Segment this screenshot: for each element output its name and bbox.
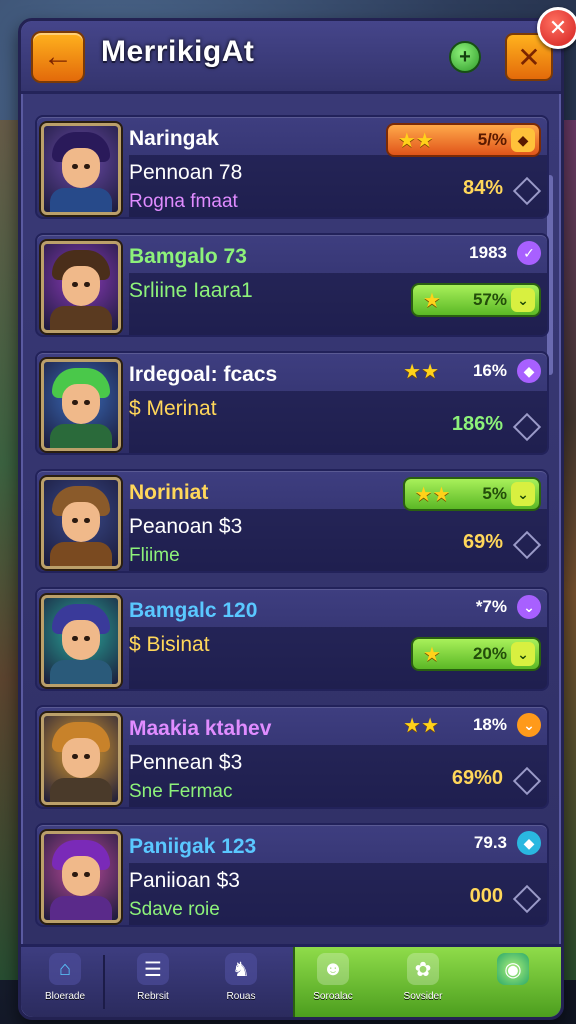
hero-portrait[interactable] [41,241,121,333]
hero-subline: Fliime [129,545,180,566]
crossed-tools-icon: ✕ [517,41,541,73]
badge-icon[interactable]: ◆ [517,359,541,383]
hero-card[interactable]: Irdegoal: fcacs $ Merinat 16% ★★ ◆ 186% [35,351,549,455]
nav-icon: ◉ [497,953,529,985]
chevron-down-icon: ⌄ [511,288,535,312]
badge-icon[interactable]: ⌄ [517,595,541,619]
star-icon: ★ [423,643,441,666]
nav-icon: ✿ [407,953,439,985]
hero-card[interactable]: Paniigak 123 Paniioan $3 Sdave roie 79.3 ◆ 00… [35,823,549,927]
hero-portrait[interactable] [41,477,121,569]
rating-pill[interactable]: ★★ 5/% ◆ [385,123,541,157]
nav-icon: ☻ [317,953,349,985]
star-icon: ★★ [397,129,434,152]
top-stat-value: 16% [472,361,507,380]
star-icon: ★ [423,289,441,312]
hero-subline: Sne Fermac [129,781,233,802]
rating-value: 57% [472,290,507,309]
star-icon: ★★ [414,483,451,506]
hero-portrait[interactable] [41,359,121,451]
hero-stat-line: Pennoan 78 [129,161,243,184]
star-icon: ★★ [403,715,439,737]
hero-name: Naringak [129,127,219,150]
top-stat-value: 79.3 [473,833,507,852]
hero-portrait[interactable] [41,595,121,687]
chevron-down-icon: ◆ [511,128,535,152]
close-button[interactable]: ✕ [537,7,576,49]
nav-item[interactable]: ☻ Soroalac [293,953,373,1011]
percent-stat: 69% [462,531,503,553]
hero-stat-line: Pennean $3 [129,751,243,774]
hero-stat-line: Peanoan $3 [129,515,243,538]
back-button[interactable]: ← [31,31,85,83]
hero-portrait[interactable] [41,713,121,805]
badge-icon[interactable]: ◆ [517,831,541,855]
hero-name: Bamgalc 120 [129,599,258,622]
nav-item[interactable]: ♞ Rouas [201,953,281,1011]
hero-name: Paniigak 123 [129,835,257,858]
back-arrow-icon: ← [43,40,73,73]
nav-label: Bloerade [44,991,86,1002]
hero-card[interactable]: Bamgalc 120 $ Bisinat ★ 20% ⌄ *7% ⌄ [35,587,549,691]
top-stat-value: 1983 [469,243,507,262]
nav-item[interactable]: ☰ Rebrsit [113,953,193,1011]
nav-icon: ☰ [137,953,169,985]
rating-pill[interactable]: ★★ 5% ⌄ [402,477,541,511]
star-icon: ★★ [403,361,439,383]
hero-portrait[interactable] [41,831,121,923]
badge-icon[interactable]: ✓ [517,241,541,265]
top-stat-value: 18% [472,715,507,734]
hero-card[interactable]: Maakia ktahev Pennean $3 Sne Fermac 18% ★★ ⌄ 6… [35,705,549,809]
nav-label: Soroalac [313,991,353,1002]
hero-name: Irdegoal: fcacs [129,363,278,386]
roster-panel: ← MerrikigAt + ✕ ✕ Naringak Pennoan 78 Rog… [18,7,576,1020]
bottom-nav: ⌂ Bloerade ☰ Rebrsit ♞ Rouas ☻ Soroalac ✿ So… [21,944,561,1017]
chevron-down-icon: ⌄ [511,482,535,506]
hero-card[interactable]: Naringak Pennoan 78 Rogna fmaat ★★ 5/% ◆ 8… [35,115,549,219]
hero-stat-line: Paniioan $3 [129,869,240,892]
rating-pill[interactable]: ★ 20% ⌄ [411,637,541,671]
hero-stat-line: Srliine Iaara1 [129,279,253,302]
hero-card[interactable]: Bamgalo 73 Srliine Iaara1 ★ 57% ⌄ 1983 ✓ [35,233,549,337]
chevron-down-icon: ⌄ [511,642,535,666]
rating-value: 5% [482,484,507,503]
add-button[interactable]: + [449,41,481,73]
hero-stat-line: $ Bisinat [129,633,210,656]
rating-value: 20% [472,644,507,663]
nav-label: Sovsider [403,991,443,1002]
nav-icon: ⌂ [49,953,81,985]
hero-list[interactable]: Naringak Pennoan 78 Rogna fmaat ★★ 5/% ◆ 8… [35,115,553,955]
hero-name: Bamgalo 73 [129,245,247,268]
nav-item[interactable]: ◉ [473,953,553,1011]
nav-label: Rebrsit [137,991,169,1002]
rating-pill[interactable]: ★ 57% ⌄ [411,283,541,317]
page-title: MerrikigAt [101,35,255,68]
percent-stat: 000 [469,885,503,907]
hero-name: Maakia ktahev [129,717,272,740]
percent-stat: 84% [462,177,503,199]
hero-stat-line: $ Merinat [129,397,217,420]
percent-stat: 186% [451,413,503,435]
nav-label: Rouas [226,991,256,1002]
top-stat-value: *7% [475,597,507,616]
panel-header: ← MerrikigAt + ✕ ✕ [21,7,576,94]
plus-icon: + [459,45,471,68]
nav-icon: ♞ [225,953,257,985]
hero-subline: Rogna fmaat [129,191,238,212]
hero-card[interactable]: Noriniat Peanoan $3 Fliime ★★ 5% ⌄ 69% [35,469,549,573]
hero-portrait[interactable] [41,123,121,215]
nav-item[interactable]: ✿ Sovsider [383,953,463,1011]
hero-name: Noriniat [129,481,209,504]
close-icon: ✕ [548,15,568,40]
badge-icon[interactable]: ⌄ [517,713,541,737]
nav-item[interactable]: ⌂ Bloerade [25,953,105,1011]
rating-value: 5/% [477,130,507,149]
percent-stat: 69%0 [451,767,503,789]
hero-subline: Sdave roie [129,899,220,920]
